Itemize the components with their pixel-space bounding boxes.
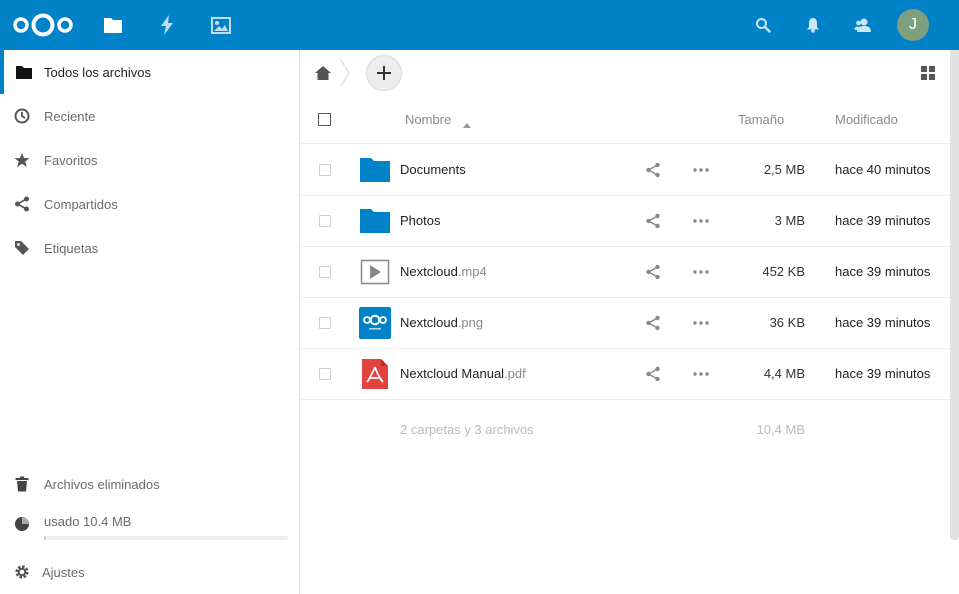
folder-icon <box>359 154 391 186</box>
row-checkbox[interactable] <box>319 317 331 329</box>
share-icon[interactable] <box>645 213 661 229</box>
table-row[interactable]: Photos 3 MB hace 39 minutos <box>300 196 950 247</box>
quota-bar-fill <box>44 536 47 540</box>
notifications-icon[interactable] <box>803 15 823 35</box>
file-modified: hace 39 minutos <box>835 315 931 330</box>
share-icon <box>13 195 31 213</box>
grid-view-icon[interactable] <box>920 65 936 81</box>
file-name[interactable]: Nextcloud.mp4 <box>400 264 487 279</box>
table-row[interactable]: Documents 2,5 MB hace 40 minutos <box>300 145 950 196</box>
more-options-icon[interactable] <box>692 316 710 330</box>
app-header: J <box>0 0 959 50</box>
more-options-icon[interactable] <box>692 367 710 381</box>
nextcloud-logo[interactable] <box>12 12 74 38</box>
file-name[interactable]: Nextcloud Manual.pdf <box>400 366 526 381</box>
share-icon[interactable] <box>645 264 661 280</box>
sidebar-item-label: Ajustes <box>42 564 85 580</box>
more-options-icon[interactable] <box>692 163 710 177</box>
star-icon <box>13 151 31 169</box>
sidebar-item-label: Favoritos <box>44 152 98 168</box>
row-checkbox[interactable] <box>319 164 331 176</box>
more-options-icon[interactable] <box>692 214 710 228</box>
column-size[interactable]: Tamaño <box>738 112 784 127</box>
column-name[interactable]: Nombre <box>405 112 451 127</box>
avatar[interactable]: J <box>897 9 929 41</box>
file-summary: 2 carpetas y 3 archivos <box>400 422 534 437</box>
sidebar-item-label: Reciente <box>44 108 96 124</box>
video-file-icon <box>359 256 391 288</box>
column-modified[interactable]: Modificado <box>835 112 898 127</box>
scrollbar[interactable] <box>950 50 959 540</box>
row-checkbox[interactable] <box>319 266 331 278</box>
file-name[interactable]: Nextcloud.png <box>400 315 483 330</box>
sidebar-item-settings[interactable]: Ajustes <box>0 550 299 594</box>
sidebar-item-label: Archivos eliminados <box>44 476 160 492</box>
home-icon[interactable] <box>314 64 332 82</box>
file-modified: hace 39 minutos <box>835 264 931 279</box>
activity-icon[interactable] <box>156 14 178 36</box>
image-thumbnail-icon <box>359 307 391 339</box>
table-row[interactable]: Nextcloud.mp4 452 KB hace 39 minutos <box>300 247 950 298</box>
file-name[interactable]: Photos <box>400 213 440 228</box>
sidebar-item-shared[interactable]: Compartidos <box>0 182 299 226</box>
file-size: 36 KB <box>769 315 805 330</box>
quota-bar <box>44 536 288 540</box>
sidebar: Todos los archivos Reciente Favoritos Co… <box>0 50 300 594</box>
trash-icon <box>13 475 31 493</box>
file-name[interactable]: Documents <box>400 162 466 177</box>
pdf-file-icon <box>359 358 391 390</box>
quota-text: usado 10.4 MB <box>44 514 132 529</box>
gear-icon <box>13 563 31 581</box>
sidebar-item-label: Todos los archivos <box>44 64 151 80</box>
file-modified: hace 39 minutos <box>835 213 931 228</box>
table-row[interactable]: Nextcloud Manual.pdf 4,4 MB hace 39 minu… <box>300 349 950 400</box>
folder-icon <box>15 63 33 81</box>
gallery-icon[interactable] <box>210 14 232 36</box>
file-size: 3 MB <box>774 213 805 228</box>
table-row[interactable]: Nextcloud.png 36 KB hace 39 minutos <box>300 298 950 349</box>
file-size: 2,5 MB <box>763 162 805 177</box>
file-size: 452 KB <box>762 264 805 279</box>
pie-chart-icon <box>13 515 31 533</box>
avatar-initial: J <box>909 16 917 33</box>
file-modified: hace 40 minutos <box>835 162 931 177</box>
contacts-icon[interactable] <box>853 15 873 35</box>
sidebar-item-favorites[interactable]: Favoritos <box>0 138 299 182</box>
tag-icon <box>13 239 31 257</box>
folder-icon <box>359 205 391 237</box>
file-size: 4,4 MB <box>763 366 805 381</box>
sidebar-item-recent[interactable]: Reciente <box>0 94 299 138</box>
sidebar-item-label: Compartidos <box>44 196 118 212</box>
sidebar-item-all-files[interactable]: Todos los archivos <box>0 50 299 94</box>
share-icon[interactable] <box>645 162 661 178</box>
more-options-icon[interactable] <box>692 265 710 279</box>
search-icon[interactable] <box>753 15 773 35</box>
table-header: Nombre Tamaño Modificado <box>300 96 950 144</box>
sidebar-item-label: Etiquetas <box>44 240 99 256</box>
file-modified: hace 39 minutos <box>835 366 931 381</box>
select-all-checkbox[interactable] <box>318 113 331 126</box>
sidebar-item-tags[interactable]: Etiquetas <box>0 226 299 270</box>
row-checkbox[interactable] <box>319 368 331 380</box>
plus-icon <box>377 66 391 80</box>
file-summary-size: 10,4 MB <box>756 422 805 437</box>
share-icon[interactable] <box>645 366 661 382</box>
breadcrumb-separator <box>340 59 350 87</box>
add-button[interactable] <box>366 55 402 91</box>
share-icon[interactable] <box>645 315 661 331</box>
clock-icon <box>13 107 31 125</box>
files-icon[interactable] <box>102 14 124 36</box>
row-checkbox[interactable] <box>319 215 331 227</box>
sort-ascending-icon <box>463 116 471 131</box>
file-list-area: Nombre Tamaño Modificado Documents 2,5 M… <box>300 50 950 594</box>
